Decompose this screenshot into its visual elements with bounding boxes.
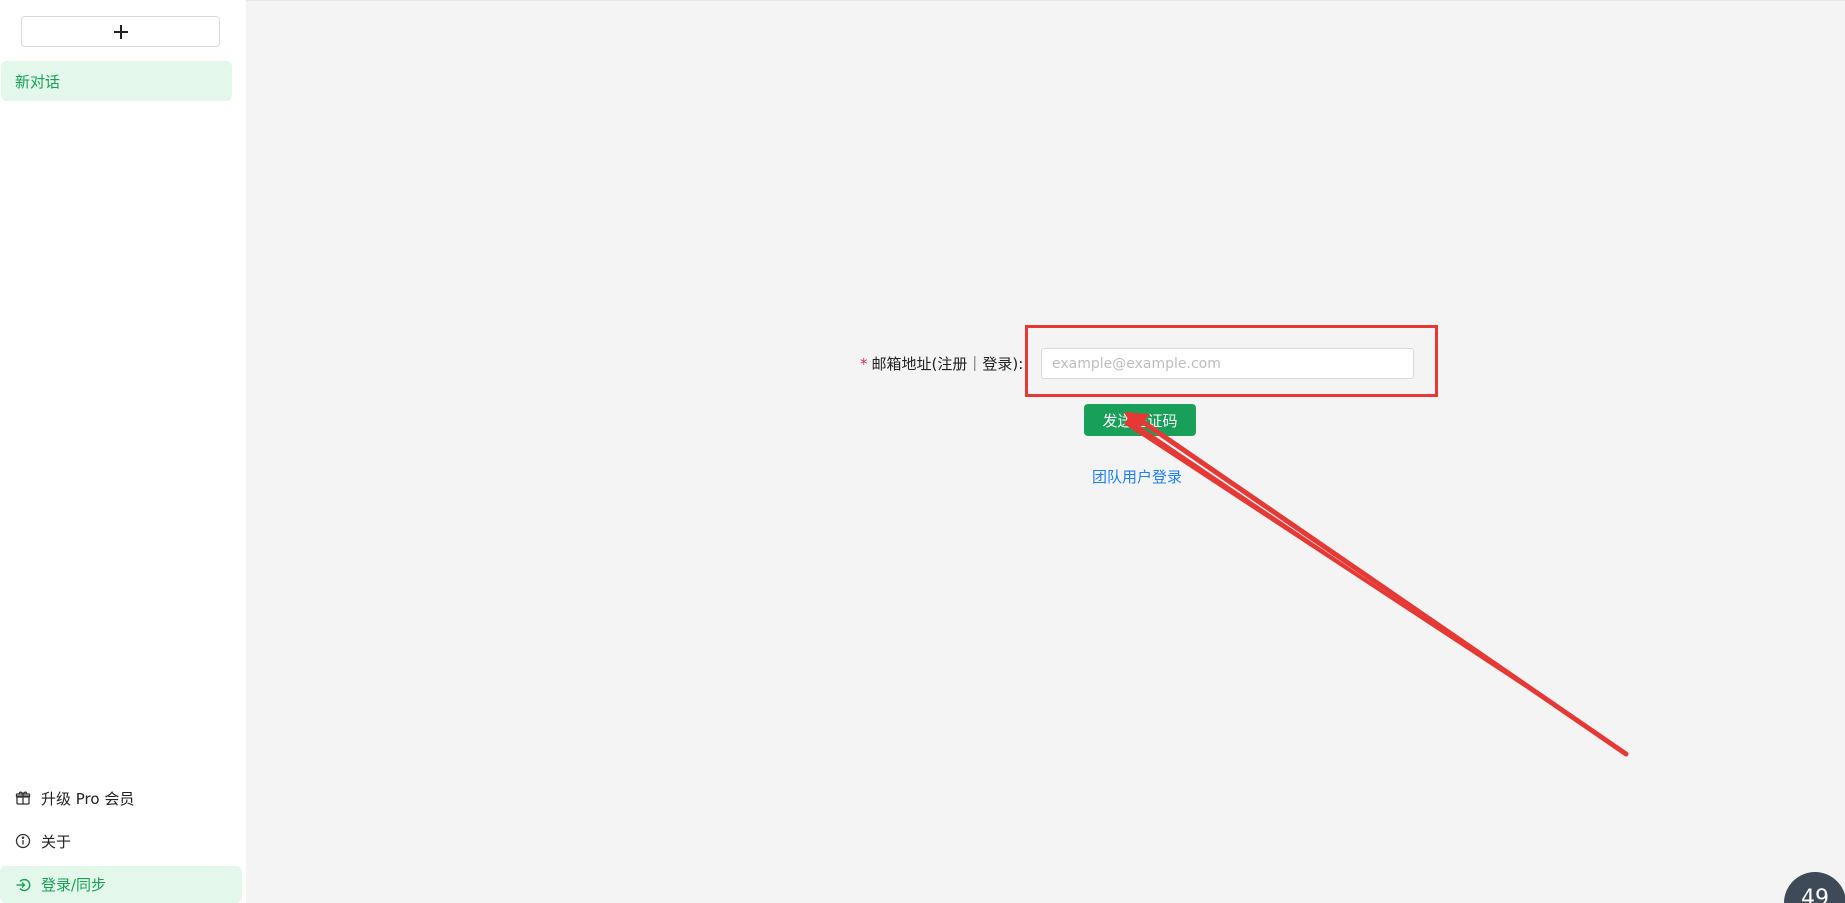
about-item[interactable]: 关于 bbox=[0, 822, 242, 860]
new-chat-button[interactable] bbox=[21, 16, 220, 47]
upgrade-pro-item[interactable]: 升级 Pro 会员 bbox=[0, 779, 242, 817]
login-sync-item[interactable]: 登录/同步 bbox=[0, 866, 242, 903]
email-input[interactable] bbox=[1041, 348, 1414, 379]
team-login-link[interactable]: 团队用户登录 bbox=[1092, 466, 1182, 487]
required-mark: * bbox=[860, 355, 868, 373]
login-icon bbox=[15, 877, 31, 893]
app-window: 新对话 升级 Pro 会员 关于 登录/同步 * 邮箱地址(注册｜登录): ex… bbox=[0, 0, 1845, 903]
floating-counter-value: 49 bbox=[1801, 886, 1829, 903]
gift-icon bbox=[15, 790, 31, 806]
email-label-text: 邮箱地址(注册｜登录): bbox=[871, 355, 1024, 373]
sidebar: 新对话 升级 Pro 会员 关于 登录/同步 bbox=[0, 0, 246, 903]
info-icon bbox=[15, 833, 31, 849]
conversation-item-label: 新对话 bbox=[15, 72, 61, 91]
upgrade-pro-label: 升级 Pro 会员 bbox=[41, 789, 135, 808]
email-field-label: * 邮箱地址(注册｜登录): bbox=[860, 353, 1023, 374]
login-sync-label: 登录/同步 bbox=[41, 876, 107, 894]
send-code-button[interactable]: 发送验证码 bbox=[1084, 404, 1196, 436]
conversation-item[interactable]: 新对话 bbox=[1, 61, 232, 101]
about-label: 关于 bbox=[41, 832, 72, 851]
main-content: *邮箱地址(注册｜登录): 发送验证码 团队用户登录 bbox=[246, 0, 1845, 903]
plus-icon bbox=[113, 24, 128, 39]
